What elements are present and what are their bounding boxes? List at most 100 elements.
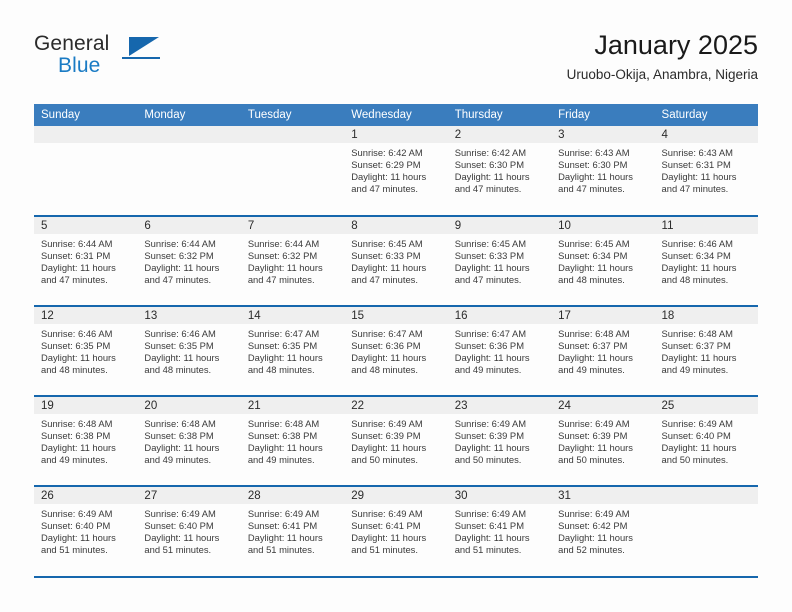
sun-info: Sunrise: 6:49 AM Sunset: 6:39 PM Daylight:… xyxy=(344,414,447,466)
sunrise-time: Sunrise: 6:49 AM xyxy=(351,418,423,429)
calendar-grid: Sunday Monday Tuesday Wednesday Thursday… xyxy=(34,104,758,578)
sunrise-time: Sunrise: 6:44 AM xyxy=(247,238,320,249)
daylight-duration-line1: Daylight: 11 hours xyxy=(558,351,633,363)
daylight-duration-line2: and 51 minutes. xyxy=(41,543,108,555)
daylight-duration-line1: Daylight: 11 hours xyxy=(144,531,220,543)
calendar-day-cell[interactable]: 27 Sunrise: 6:49 AM Sunset: 6:40 PM Dayligh… xyxy=(137,485,241,576)
calendar-day-cell[interactable]: 2 Sunrise: 6:42 AM Sunset: 6:30 PM Daylight… xyxy=(447,126,552,216)
sunset-time: Sunset: 6:35 PM xyxy=(41,339,111,351)
calendar-day-cell-empty xyxy=(34,126,138,216)
daylight-duration-line1: Daylight: 11 hours xyxy=(454,170,530,182)
calendar-day-cell[interactable]: 28 Sunrise: 6:49 AM Sunset: 6:41 PM Dayligh… xyxy=(240,485,345,576)
calendar-day-cell[interactable]: 18 Sunrise: 6:48 AM Sunset: 6:37 PM Dayligh… xyxy=(654,305,758,396)
calendar-day-cell[interactable]: 10 Sunrise: 6:45 AM Sunset: 6:34 PM Dayligh… xyxy=(551,215,655,306)
daylight-duration-line1: Daylight: 11 hours xyxy=(41,261,116,273)
daylight-duration-line1: Daylight: 11 hours xyxy=(558,441,633,453)
sun-info: Sunrise: 6:49 AM Sunset: 6:41 PM Daylight:… xyxy=(344,504,447,556)
calendar-day-cell[interactable]: 30 Sunrise: 6:49 AM Sunset: 6:41 PM Dayligh… xyxy=(447,485,552,576)
sunset-time: Sunset: 6:30 PM xyxy=(454,158,524,170)
calendar-day-cell[interactable]: 17 Sunrise: 6:48 AM Sunset: 6:37 PM Dayligh… xyxy=(551,305,655,396)
calendar-day-cell[interactable]: 20 Sunrise: 6:48 AM Sunset: 6:38 PM Dayligh… xyxy=(137,395,241,486)
calendar-day-cell[interactable]: 9 Sunrise: 6:45 AM Sunset: 6:33 PM Daylight… xyxy=(447,215,552,306)
sunset-time: Sunset: 6:33 PM xyxy=(351,249,421,261)
calendar-day-cell[interactable]: 15 Sunrise: 6:47 AM Sunset: 6:36 PM Dayligh… xyxy=(344,305,448,396)
sunset-time: Sunset: 6:36 PM xyxy=(454,339,524,351)
day-number: 11 xyxy=(654,217,758,234)
sunrise-time: Sunrise: 6:49 AM xyxy=(558,418,630,429)
sun-info: Sunrise: 6:45 AM Sunset: 6:34 PM Daylight:… xyxy=(551,234,654,286)
daylight-duration-line1: Daylight: 11 hours xyxy=(41,531,116,543)
sunset-time: Sunset: 6:34 PM xyxy=(558,249,628,261)
calendar-day-cell[interactable]: 19 Sunrise: 6:48 AM Sunset: 6:38 PM Dayligh… xyxy=(34,395,138,486)
calendar-page: General Blue January 2025 Uruobo-Okija, … xyxy=(0,0,792,612)
calendar-day-cell[interactable]: 29 Sunrise: 6:49 AM Sunset: 6:41 PM Dayligh… xyxy=(344,485,448,576)
daylight-duration-line2: and 49 minutes. xyxy=(144,453,212,465)
calendar-day-cell[interactable]: 14 Sunrise: 6:47 AM Sunset: 6:35 PM Dayligh… xyxy=(240,305,345,396)
calendar-day-cell[interactable]: 31 Sunrise: 6:49 AM Sunset: 6:42 PM Dayligh… xyxy=(551,485,655,576)
daylight-duration-line2: and 48 minutes. xyxy=(144,363,212,375)
daylight-duration-line2: and 51 minutes. xyxy=(144,543,212,555)
day-number: 15 xyxy=(344,307,448,324)
sunrise-time: Sunrise: 6:47 AM xyxy=(454,328,527,339)
calendar-day-cell[interactable]: 23 Sunrise: 6:49 AM Sunset: 6:39 PM Dayligh… xyxy=(447,395,552,486)
sun-info: Sunrise: 6:47 AM Sunset: 6:35 PM Daylight:… xyxy=(241,324,344,376)
calendar-day-cell[interactable]: 25 Sunrise: 6:49 AM Sunset: 6:40 PM Dayligh… xyxy=(654,395,758,486)
day-number: 8 xyxy=(344,217,448,234)
calendar-week-row: 19 Sunrise: 6:48 AM Sunset: 6:38 PM Dayligh… xyxy=(34,395,758,486)
daylight-duration-line2: and 49 minutes. xyxy=(558,363,625,375)
daylight-duration-line2: and 47 minutes. xyxy=(454,182,522,194)
sunrise-time: Sunrise: 6:43 AM xyxy=(661,147,733,158)
calendar-day-cell[interactable]: 22 Sunrise: 6:49 AM Sunset: 6:39 PM Dayligh… xyxy=(344,395,448,486)
daylight-duration-line2: and 49 minutes. xyxy=(247,453,315,465)
daylight-duration-line2: and 47 minutes. xyxy=(144,273,212,285)
sun-info: Sunrise: 6:49 AM Sunset: 6:40 PM Daylight:… xyxy=(655,414,758,466)
daylight-duration-line1: Daylight: 11 hours xyxy=(247,441,323,453)
sun-info: Sunrise: 6:49 AM Sunset: 6:42 PM Daylight:… xyxy=(551,504,654,556)
calendar-day-cell[interactable]: 1 Sunrise: 6:42 AM Sunset: 6:29 PM Daylight… xyxy=(344,126,448,216)
calendar-day-cell[interactable]: 21 Sunrise: 6:48 AM Sunset: 6:38 PM Dayligh… xyxy=(240,395,345,486)
calendar-day-cell[interactable]: 12 Sunrise: 6:46 AM Sunset: 6:35 PM Dayligh… xyxy=(34,305,138,396)
day-number: 10 xyxy=(551,217,655,234)
daylight-duration-line2: and 48 minutes. xyxy=(558,273,625,285)
daylight-duration-line1: Daylight: 11 hours xyxy=(558,531,633,543)
day-number: 16 xyxy=(447,307,552,324)
sunset-time: Sunset: 6:29 PM xyxy=(351,158,421,170)
sunset-time: Sunset: 6:31 PM xyxy=(41,249,111,261)
daylight-duration-line2: and 47 minutes. xyxy=(41,273,108,285)
sunset-time: Sunset: 6:32 PM xyxy=(144,249,214,261)
calendar-day-cell[interactable]: 8 Sunrise: 6:45 AM Sunset: 6:33 PM Daylight… xyxy=(344,215,448,306)
daylight-duration-line1: Daylight: 11 hours xyxy=(41,441,116,453)
sun-info: Sunrise: 6:49 AM Sunset: 6:40 PM Daylight:… xyxy=(34,504,137,556)
sun-info: Sunrise: 6:48 AM Sunset: 6:38 PM Daylight:… xyxy=(137,414,240,466)
sunset-time: Sunset: 6:36 PM xyxy=(351,339,421,351)
calendar-day-cell[interactable]: 3 Sunrise: 6:43 AM Sunset: 6:30 PM Daylight… xyxy=(551,126,655,216)
calendar-day-cell[interactable]: 24 Sunrise: 6:49 AM Sunset: 6:39 PM Dayligh… xyxy=(551,395,655,486)
calendar-day-cell[interactable]: 7 Sunrise: 6:44 AM Sunset: 6:32 PM Daylight… xyxy=(240,215,345,306)
sun-info: Sunrise: 6:49 AM Sunset: 6:40 PM Daylight:… xyxy=(137,504,240,556)
day-number: 29 xyxy=(344,487,448,504)
calendar-day-cell[interactable]: 4 Sunrise: 6:43 AM Sunset: 6:31 PM Daylight… xyxy=(654,126,758,216)
daylight-duration-line2: and 50 minutes. xyxy=(454,453,522,465)
sunrise-time: Sunrise: 6:48 AM xyxy=(41,418,113,429)
calendar-day-cell-empty xyxy=(137,126,241,216)
calendar-day-cell[interactable]: 11 Sunrise: 6:46 AM Sunset: 6:34 PM Dayligh… xyxy=(654,215,758,306)
sunset-time: Sunset: 6:37 PM xyxy=(661,339,731,351)
daylight-duration-line2: and 49 minutes. xyxy=(41,453,108,465)
daylight-duration-line1: Daylight: 11 hours xyxy=(454,261,530,273)
calendar-day-cell[interactable]: 13 Sunrise: 6:46 AM Sunset: 6:35 PM Dayligh… xyxy=(137,305,241,396)
calendar-day-cell[interactable]: 5 Sunrise: 6:44 AM Sunset: 6:31 PM Daylight… xyxy=(34,215,138,306)
calendar-day-cell[interactable]: 26 Sunrise: 6:49 AM Sunset: 6:40 PM Dayligh… xyxy=(34,485,138,576)
sun-info: Sunrise: 6:48 AM Sunset: 6:37 PM Daylight:… xyxy=(655,324,758,376)
general-blue-logo[interactable]: General Blue xyxy=(34,32,214,88)
daylight-duration-line1: Daylight: 11 hours xyxy=(144,261,220,273)
daylight-duration-line2: and 52 minutes. xyxy=(558,543,625,555)
calendar-table: Sunday Monday Tuesday Wednesday Thursday… xyxy=(34,104,758,576)
sunrise-time: Sunrise: 6:45 AM xyxy=(454,238,527,249)
weekday-header-wednesday: Wednesday xyxy=(344,104,448,126)
calendar-day-cell[interactable]: 16 Sunrise: 6:47 AM Sunset: 6:36 PM Dayligh… xyxy=(447,305,552,396)
weekday-header-monday: Monday xyxy=(137,104,241,126)
daylight-duration-line2: and 50 minutes. xyxy=(558,453,625,465)
calendar-day-cell[interactable]: 6 Sunrise: 6:44 AM Sunset: 6:32 PM Daylight… xyxy=(137,215,241,306)
weekday-header-thursday: Thursday xyxy=(447,104,552,126)
sunrise-time: Sunrise: 6:45 AM xyxy=(351,238,423,249)
